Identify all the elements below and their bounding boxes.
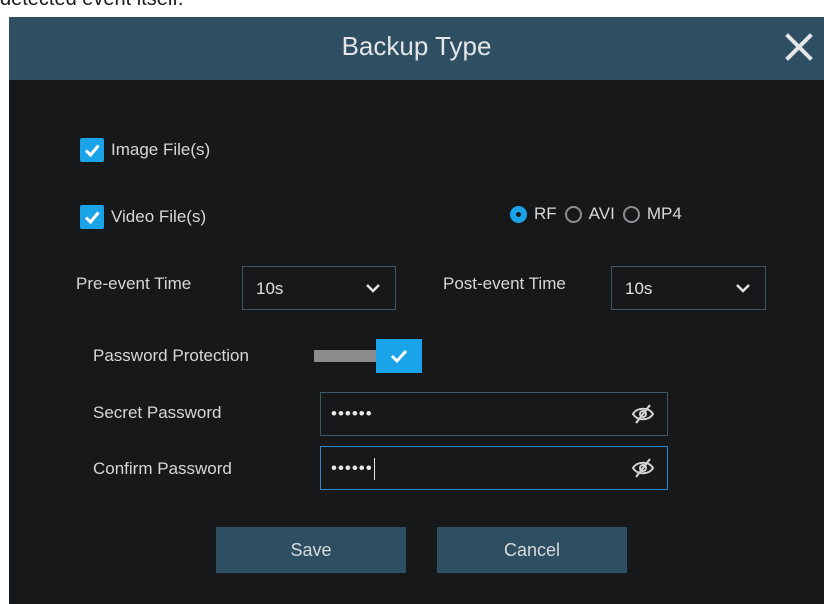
toggle-track [314,350,384,362]
pre-event-time-value: 10s [256,279,284,298]
confirm-password-label: Confirm Password [93,459,232,478]
format-label-avi: AVI [588,204,615,223]
text-caret [373,458,375,480]
format-radio-mp4[interactable]: MP4 [622,204,682,224]
top-caption: detected event itself. [0,0,183,14]
radio-unselected-icon [622,205,640,223]
secret-password-value: •••••• [331,404,373,423]
save-button[interactable]: Save [216,527,406,573]
post-event-time-label: Post-event Time [443,274,566,293]
checkmark-icon [84,144,100,158]
format-radio-avi[interactable]: AVI [564,204,615,224]
close-button[interactable] [782,30,816,64]
video-format-group: RF AVI MP4 [510,204,690,224]
cancel-button[interactable]: Cancel [437,527,627,573]
post-event-time-value: 10s [625,279,653,298]
confirm-password-display: •••••• [331,458,375,480]
eye-slash-icon[interactable] [631,403,655,425]
backup-type-dialog: Backup Type Image File(s) Video File(s) … [9,17,824,604]
image-files-label: Image File(s) [111,140,211,159]
password-protection-label: Password Protection [93,346,249,365]
video-files-option[interactable]: Video File(s) [80,205,206,229]
chevron-down-icon [366,284,380,293]
video-files-checkbox[interactable] [80,205,104,229]
post-event-time-select[interactable]: 10s [611,266,766,310]
secret-password-input[interactable]: •••••• [320,392,668,436]
radio-unselected-icon [564,205,582,223]
format-label-rf: RF [534,204,557,223]
secret-password-label: Secret Password [93,403,222,422]
image-files-option[interactable]: Image File(s) [80,138,210,162]
video-files-label: Video File(s) [111,207,207,226]
checkmark-icon [390,349,408,364]
confirm-password-value: •••••• [331,458,373,478]
checkmark-icon [84,211,100,225]
image-files-checkbox[interactable] [80,138,104,162]
format-label-mp4: MP4 [646,204,682,223]
close-icon [785,33,813,61]
chevron-down-icon [736,284,750,293]
eye-slash-icon[interactable] [631,457,655,479]
dialog-title: Backup Type [341,31,492,61]
radio-selected-icon [510,205,527,223]
format-radio-rf[interactable]: RF [510,204,557,224]
confirm-password-input[interactable]: •••••• [320,446,668,490]
password-protection-toggle[interactable] [314,339,422,373]
pre-event-time-select[interactable]: 10s [242,266,396,310]
toggle-knob [376,339,422,373]
dialog-titlebar: Backup Type [9,17,824,80]
pre-event-time-label: Pre-event Time [76,274,192,293]
